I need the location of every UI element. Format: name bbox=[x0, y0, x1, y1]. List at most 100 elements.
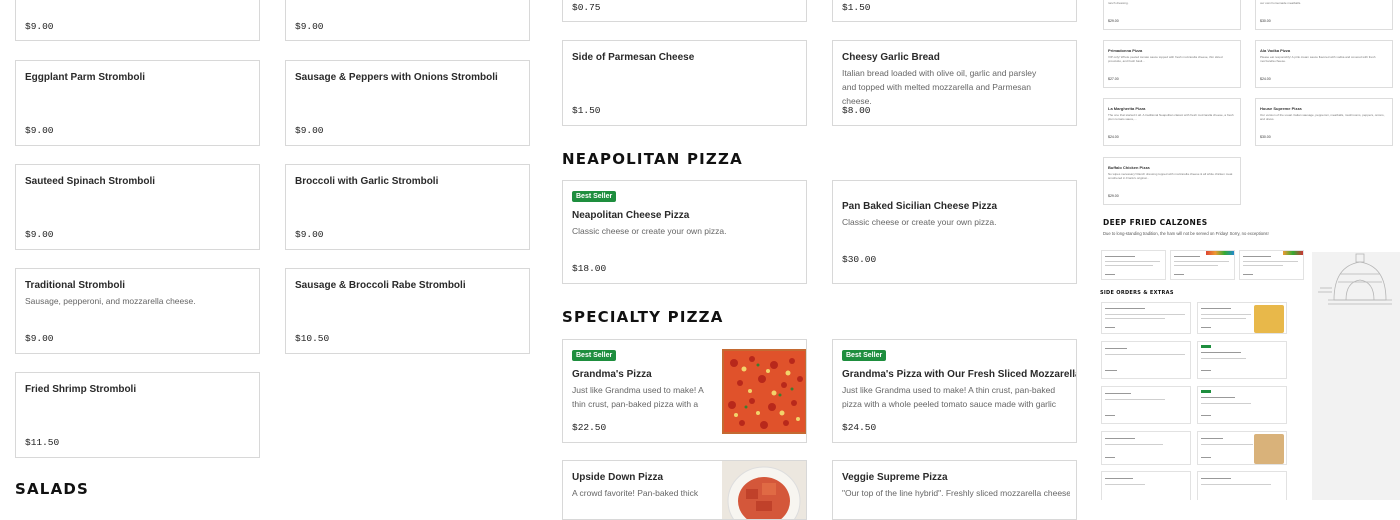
thumbnail-card: Primadonna Pizza VIP only! Whole peeled … bbox=[1103, 40, 1241, 88]
menu-item-card[interactable]: Traditional Stromboli Sausage, pepperoni… bbox=[15, 268, 260, 354]
thumbnail-mini-card bbox=[1101, 386, 1191, 424]
item-name: Sauteed Spinach Stromboli bbox=[25, 176, 156, 187]
item-description: Sausage, pepperoni, and mozzarella chees… bbox=[25, 296, 196, 306]
thumbnail-mini-card bbox=[1239, 250, 1304, 280]
thumbnail-title: House Supreme Pizza bbox=[1260, 106, 1302, 111]
thumbnail-mini-card bbox=[1101, 431, 1191, 465]
thumbnail-price: $24.00 bbox=[1260, 77, 1271, 81]
menu-item-card[interactable]: Sausage & Peppers with Onions Stromboli … bbox=[285, 60, 530, 146]
menu-item-card[interactable]: Best Seller Grandma's Pizza with Our Fre… bbox=[832, 339, 1077, 443]
menu-item-card[interactable]: $0.75 bbox=[562, 0, 807, 22]
section-heading-specialty: SPECIALTY PIZZA bbox=[562, 308, 724, 326]
pizza-oven-illustration bbox=[1312, 252, 1400, 500]
thumbnail-description: Our version of the usual. Italian sausag… bbox=[1260, 113, 1385, 122]
thumbnail-description: VIP only! Whole peeled tomato sauce topp… bbox=[1108, 55, 1223, 64]
item-name: Eggplant Parm Stromboli bbox=[25, 72, 146, 83]
item-name: Broccoli with Garlic Stromboli bbox=[295, 176, 439, 187]
item-description: Just like Grandma used to make! A thin c… bbox=[842, 385, 1057, 409]
best-seller-badge: Best Seller bbox=[842, 350, 887, 361]
menu-item-card[interactable]: Eggplant Parm Stromboli $9.00 bbox=[15, 60, 260, 146]
thumbnail-title: Ala Vodka Pizza bbox=[1260, 48, 1291, 53]
menu-item-card[interactable]: Veggie Supreme Pizza "Our top of the lin… bbox=[832, 460, 1077, 520]
item-name: Grandma's Pizza bbox=[572, 369, 652, 380]
item-name: Sausage & Peppers with Onions Stromboli bbox=[295, 72, 498, 83]
thumbnail-price: $30.00 bbox=[1260, 135, 1271, 139]
section-heading-salads: SALADS bbox=[15, 480, 90, 498]
item-name: Sausage & Broccoli Rabe Stromboli bbox=[295, 280, 466, 291]
item-description: Classic cheese or create your own pizza. bbox=[572, 226, 727, 236]
item-price: $1.50 bbox=[572, 105, 601, 116]
item-price: $24.50 bbox=[842, 422, 877, 433]
menu-item-card[interactable]: $1.50 bbox=[832, 0, 1077, 22]
section-heading-neapolitan: NEAPOLITAN PIZZA bbox=[562, 150, 743, 168]
menu-item-card[interactable]: Side of Parmesan Cheese $1.50 bbox=[562, 40, 807, 126]
item-name: Neapolitan Cheese Pizza bbox=[572, 210, 690, 221]
thumbnail-title: La Margherita Pizza bbox=[1108, 106, 1146, 111]
thumbnail-mini-card bbox=[1101, 302, 1191, 334]
thumbnail-price: $29.00 bbox=[1108, 194, 1119, 198]
thumbnail-price: $27.00 bbox=[1108, 77, 1119, 81]
best-seller-badge: Best Seller bbox=[572, 350, 617, 361]
item-name: Fried Shrimp Stromboli bbox=[25, 384, 137, 395]
menu-item-card[interactable]: Pan Baked Sicilian Cheese Pizza Classic … bbox=[832, 180, 1077, 284]
thumbnail-description: Please eat responsibly! A pink cream sau… bbox=[1260, 55, 1376, 64]
thumbnail-heading-calzones: DEEP FRIED CALZONES bbox=[1103, 218, 1208, 227]
pizza-photo bbox=[722, 349, 806, 434]
item-price: $11.50 bbox=[25, 437, 60, 448]
thumbnail-description: ranch dressing. bbox=[1108, 1, 1129, 5]
item-name: Pan Baked Sicilian Cheese Pizza bbox=[842, 201, 998, 212]
menu-item-card[interactable]: Broccoli with Garlic Stromboli $9.00 bbox=[285, 164, 530, 250]
item-price: $10.50 bbox=[295, 333, 330, 344]
thumbnail-mini-card bbox=[1197, 302, 1287, 334]
menu-item-card[interactable]: $9.00 bbox=[285, 0, 530, 41]
menu-item-card[interactable]: Sauteed Spinach Stromboli $9.00 bbox=[15, 164, 260, 250]
menu-item-card[interactable]: Best Seller Neapolitan Cheese Pizza Clas… bbox=[562, 180, 807, 284]
menu-item-card[interactable]: Best Seller Grandma's Pizza Just like Gr… bbox=[562, 339, 807, 443]
item-price: $0.75 bbox=[572, 2, 601, 13]
thumbnail-mini-card bbox=[1101, 341, 1191, 379]
menu-item-card[interactable]: Fried Shrimp Stromboli $11.50 bbox=[15, 372, 260, 458]
best-seller-badge: Best Seller bbox=[572, 191, 617, 202]
item-price: $9.00 bbox=[295, 125, 324, 136]
thumbnail-title: Primadonna Pizza bbox=[1108, 48, 1143, 53]
item-name: Veggie Supreme Pizza bbox=[842, 472, 948, 483]
thumbnail-title: Buffalo Chicken Pizza bbox=[1108, 165, 1150, 170]
thumbnail-mini-card bbox=[1170, 250, 1235, 280]
thumbnail-card: La Margherita Pizza The one that started… bbox=[1103, 98, 1241, 146]
item-description: A crowd favorite! Pan-baked thick bbox=[572, 488, 699, 498]
thumbnail-mini-card bbox=[1197, 386, 1287, 424]
menu-item-card[interactable]: Cheesy Garlic Bread Italian bread loaded… bbox=[832, 40, 1077, 126]
item-price: $9.00 bbox=[25, 333, 54, 344]
menu-item-card[interactable]: Sausage & Broccoli Rabe Stromboli $10.50 bbox=[285, 268, 530, 354]
item-price: $9.00 bbox=[25, 21, 54, 32]
thumbnail-description: The one that started it all. A tradition… bbox=[1108, 113, 1234, 122]
thumbnail-mini-card bbox=[1197, 341, 1287, 379]
item-price: $18.00 bbox=[572, 263, 607, 274]
thumbnail-mini-card bbox=[1197, 431, 1287, 465]
item-price: $9.00 bbox=[295, 21, 324, 32]
menu-item-card[interactable]: Upside Down Pizza A crowd favorite! Pan-… bbox=[562, 460, 807, 520]
menu-item-card[interactable]: $9.00 bbox=[15, 0, 260, 41]
item-price: $9.00 bbox=[25, 125, 54, 136]
thumbnail-mini-card bbox=[1101, 471, 1191, 500]
thumbnail-price: $24.00 bbox=[1108, 135, 1119, 139]
item-name: Traditional Stromboli bbox=[25, 280, 126, 291]
item-name: Side of Parmesan Cheese bbox=[572, 52, 695, 63]
thumbnail-price: $30.00 bbox=[1260, 19, 1271, 23]
thumbnail-price: $29.00 bbox=[1108, 19, 1119, 23]
thumbnail-mini-card bbox=[1197, 471, 1287, 500]
thumbnail-calzones-note: Due to long-standing tradition, the ham … bbox=[1103, 231, 1269, 236]
thumbnail-card: our own homemade meatballs. $30.00 bbox=[1255, 0, 1393, 30]
thumbnail-heading-side-orders: SIDE ORDERS & EXTRAS bbox=[1100, 290, 1174, 296]
thumbnail-card: Ala Vodka Pizza Please eat responsibly! … bbox=[1255, 40, 1393, 88]
thumbnail-card: House Supreme Pizza Our version of the u… bbox=[1255, 98, 1393, 146]
item-description: "Our top of the line hybrid". Freshly sl… bbox=[842, 488, 1070, 498]
item-price: $1.50 bbox=[842, 2, 871, 13]
item-price: $22.50 bbox=[572, 422, 607, 433]
item-description: Italian bread loaded with olive oil, gar… bbox=[842, 68, 1037, 106]
thumbnail-card: ranch dressing. $29.00 bbox=[1103, 0, 1241, 30]
thumbnail-card: Buffalo Chicken Pizza No wipes necessary… bbox=[1103, 157, 1241, 205]
item-description: Just like Grandma used to make! A thin c… bbox=[572, 385, 704, 409]
thumbnail-description: our own homemade meatballs. bbox=[1260, 1, 1302, 5]
item-price: $8.00 bbox=[842, 105, 871, 116]
